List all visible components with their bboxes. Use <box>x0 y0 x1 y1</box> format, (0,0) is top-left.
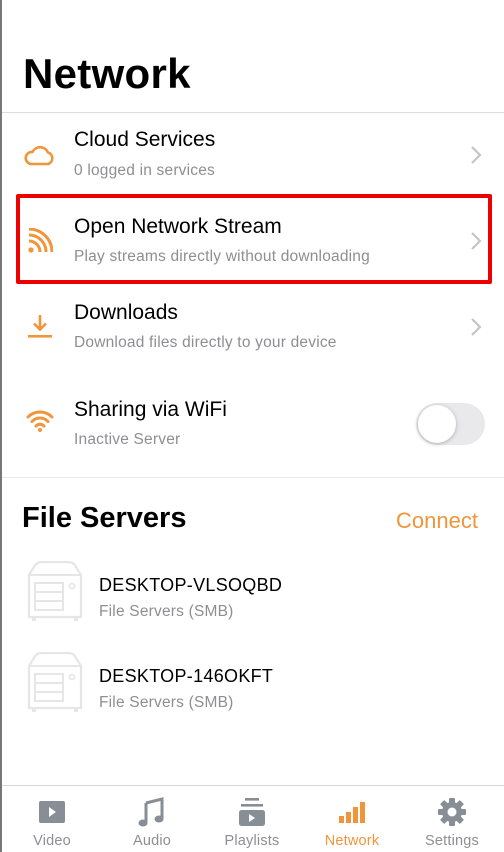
chevron-right-icon <box>471 232 482 250</box>
tab-label: Settings <box>425 833 479 849</box>
gear-icon <box>436 796 468 828</box>
tab-audio[interactable]: Audio <box>102 786 202 852</box>
row-open-network-stream[interactable]: Open Network Stream Play streams directl… <box>2 198 504 284</box>
row-cloud-services[interactable]: Cloud Services 0 logged in services <box>2 112 504 198</box>
server-icon <box>27 652 83 712</box>
tab-settings[interactable]: Settings <box>402 786 502 852</box>
divider <box>2 477 504 478</box>
server-icon <box>27 561 83 621</box>
chevron-right-icon <box>471 318 482 336</box>
server-type: File Servers (SMB) <box>99 694 234 711</box>
wifi-icon <box>24 404 56 436</box>
stream-icon <box>24 225 56 257</box>
row-title: Sharing via WiFi <box>74 398 227 421</box>
tab-network[interactable]: Network <box>302 786 402 852</box>
server-name: DESKTOP-VLSOQBD <box>99 575 283 595</box>
toggle-knob <box>418 405 456 443</box>
file-servers-title: File Servers <box>22 502 187 534</box>
chevron-right-icon <box>471 146 482 164</box>
tab-video[interactable]: Video <box>2 786 102 852</box>
tab-label: Network <box>324 833 380 849</box>
server-name: DESKTOP-146OKFT <box>99 666 274 686</box>
tab-label: Video <box>33 833 71 849</box>
download-icon <box>24 310 56 342</box>
tab-playlists[interactable]: Playlists <box>202 786 302 852</box>
row-subtitle: Inactive Server <box>74 431 181 448</box>
tab-bar: Video Audio Playlists Network Settings <box>2 785 504 852</box>
row-title: Open Network Stream <box>74 215 282 238</box>
row-subtitle: Play streams directly without downloadin… <box>74 248 370 265</box>
music-note-icon <box>136 796 168 828</box>
server-item[interactable]: DESKTOP-VLSOQBD File Servers (SMB) <box>2 561 504 651</box>
server-item[interactable]: DESKTOP-146OKFT File Servers (SMB) <box>2 652 504 742</box>
playlist-icon <box>236 796 268 828</box>
tab-label: Playlists <box>224 833 280 849</box>
network-bars-icon <box>336 796 368 828</box>
wifi-sharing-toggle[interactable] <box>416 403 485 445</box>
connect-button[interactable]: Connect <box>396 508 478 534</box>
row-downloads[interactable]: Downloads Download files directly to you… <box>2 284 504 370</box>
tab-label: Audio <box>132 833 172 849</box>
row-title: Downloads <box>74 301 178 324</box>
video-icon <box>36 796 68 828</box>
page-title: Network <box>23 50 191 97</box>
server-type: File Servers (SMB) <box>99 603 234 620</box>
row-title: Cloud Services <box>74 128 216 151</box>
row-subtitle: Download files directly to your device <box>74 334 337 351</box>
cloud-icon <box>24 139 56 171</box>
row-subtitle: 0 logged in services <box>74 162 215 179</box>
